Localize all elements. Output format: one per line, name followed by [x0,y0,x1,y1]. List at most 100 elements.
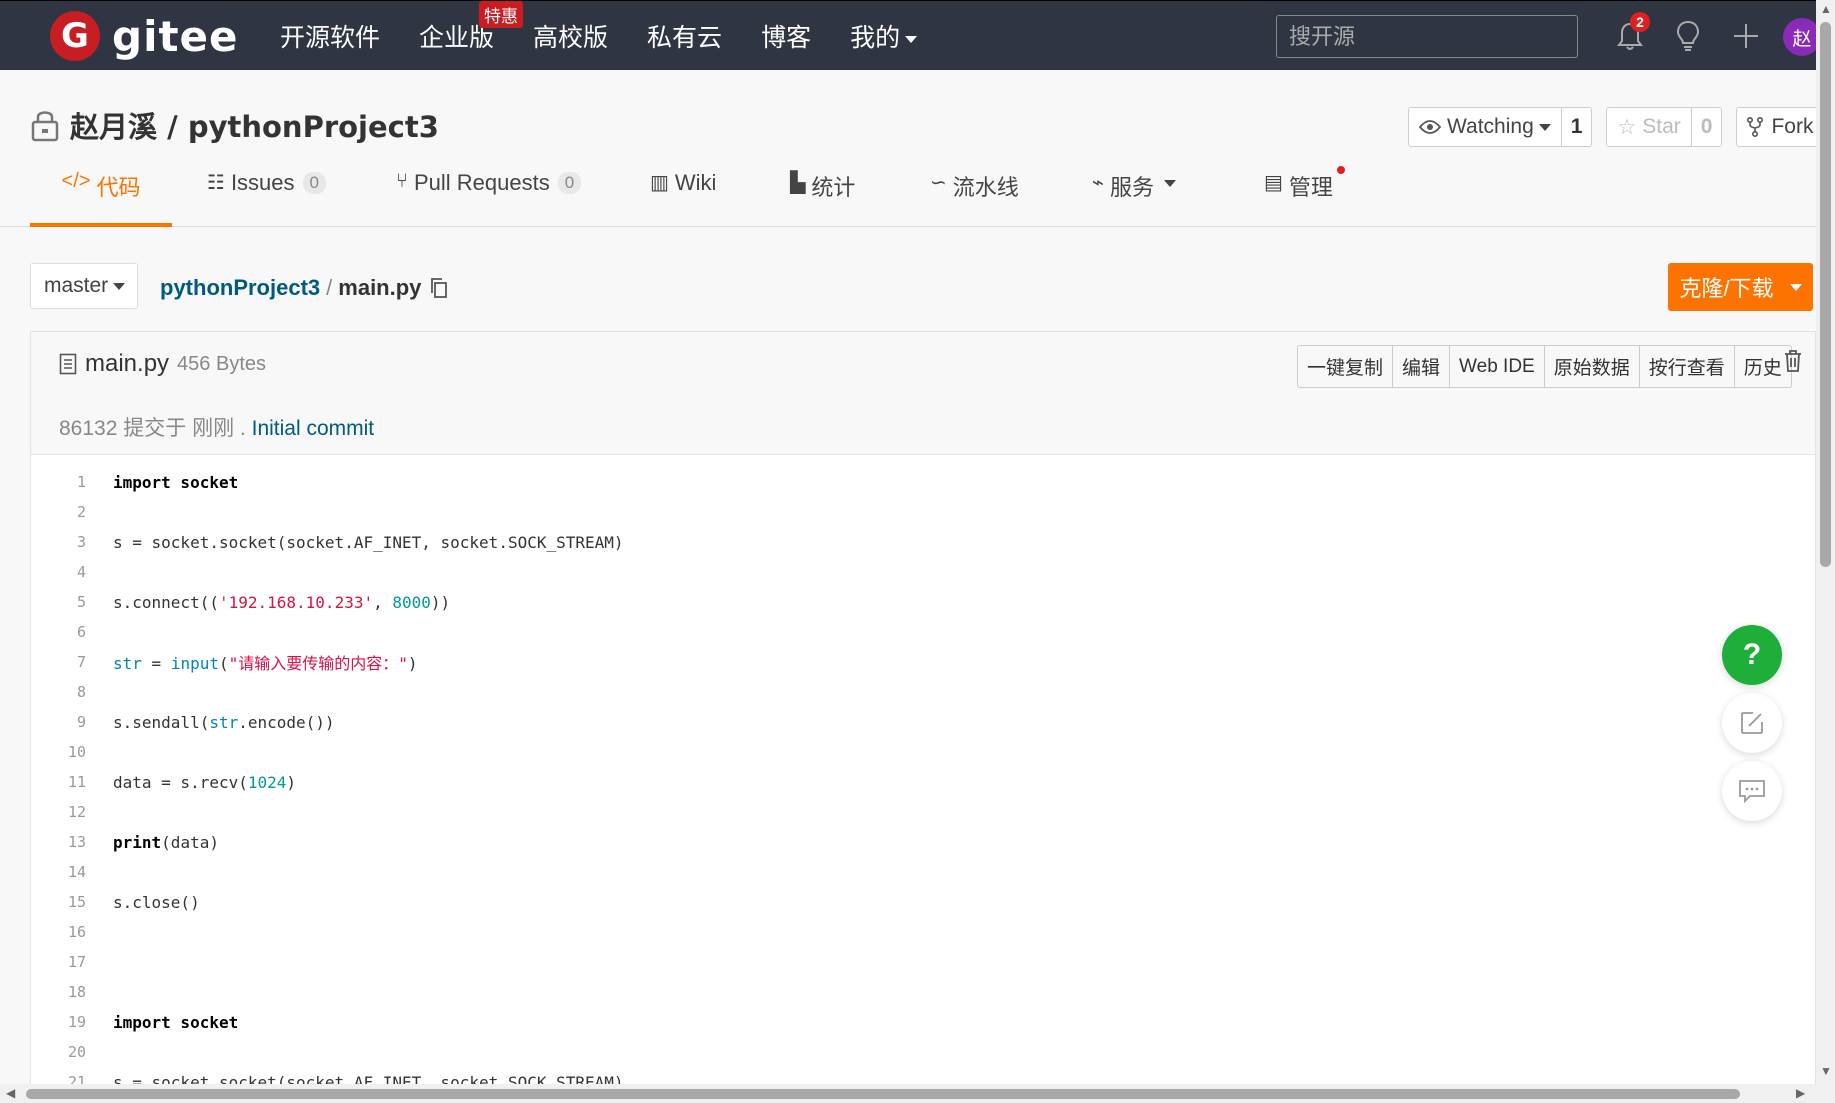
code-token: str [209,712,239,732]
code-line: 1 import socket [31,467,1815,497]
idea-button[interactable] [1670,16,1706,56]
line-number[interactable]: 17 [31,953,86,971]
line-number[interactable]: 5 [31,593,86,611]
file-size: 456 Bytes [177,352,266,375]
scroll-left-icon[interactable]: ◀ [6,1086,15,1100]
code-token: import socket [113,1012,239,1032]
code-line: 5 s.connect(('192.168.10.233', 8000)) [31,587,1815,617]
code-token: .encode()) [238,712,335,732]
breadcrumb-repo[interactable]: pythonProject3 [160,275,320,301]
fork-button[interactable]: Fork [1736,107,1825,147]
line-number[interactable]: 14 [31,863,86,881]
line-number[interactable]: 18 [31,983,86,1001]
edit-button[interactable]: 编辑 [1392,346,1449,387]
code-view: 1 import socket 2 3 s = socket.socket(socket… [31,467,1815,1097]
line-source: s.connect(('192.168.10.233', 8000)) [113,593,450,612]
horizontal-scrollbar[interactable]: ◀ ▶ [0,1084,1816,1103]
line-number[interactable]: 20 [31,1043,86,1061]
vertical-scrollbar[interactable]: ▲ ▼ [1816,0,1835,1103]
line-number[interactable]: 9 [31,713,86,731]
line-number[interactable]: 3 [31,533,86,551]
line-number[interactable]: 4 [31,563,86,581]
branch-name: master [44,274,109,297]
plus-icon [1734,24,1758,48]
star-label: Star [1642,115,1681,138]
file-name: main.py [85,350,170,377]
line-number[interactable]: 13 [31,833,86,851]
nav-private-cloud[interactable]: 私有云 [647,18,722,54]
line-number[interactable]: 11 [31,773,86,791]
tab-services[interactable]: ⌁ 服务 [1092,170,1177,227]
nav-blog[interactable]: 博客 [761,18,811,54]
tab-pulls-label: Pull Requests [414,170,550,195]
code-line: 16 [31,917,1815,947]
search-input[interactable] [1276,15,1578,58]
breadcrumb-file: main.py [338,275,422,300]
watch-count[interactable]: 1 [1561,107,1593,147]
trash-icon[interactable] [1783,349,1803,373]
repo-name[interactable]: pythonProject3 [188,110,439,144]
line-number[interactable]: 19 [31,1013,86,1031]
copy-icon[interactable] [429,277,449,299]
scroll-up-icon[interactable]: ▲ [1820,2,1832,16]
gitee-logo[interactable]: G gitee [50,11,239,61]
nav-mine[interactable]: 我的 [850,18,918,54]
pulse-icon: ⌁ [1092,172,1105,194]
code-line: 6 [31,617,1815,647]
create-button[interactable] [1728,16,1764,56]
tab-issues[interactable]: ☷ Issues 0 [207,170,326,227]
vertical-scroll-thumb[interactable] [1820,22,1831,567]
star-icon: ☆ [1617,115,1637,139]
code-line: 18 [31,977,1815,1007]
raw-button[interactable]: 原始数据 [1543,346,1639,387]
code-token: s.close() [113,892,200,912]
tab-wiki[interactable]: ▥ Wiki [650,170,716,227]
notification-button[interactable]: 2 [1612,12,1650,56]
star-button[interactable]: ☆ Star [1606,107,1692,147]
commit-hash[interactable]: 86132 [59,417,117,440]
branch-select[interactable]: master [30,263,138,309]
line-number[interactable]: 8 [31,683,86,701]
line-number[interactable]: 7 [31,653,86,671]
tab-code[interactable]: </> 代码 [30,170,172,227]
blame-button[interactable]: 按行查看 [1638,346,1734,387]
tab-pull-requests[interactable]: ⑂ Pull Requests 0 [396,170,582,227]
line-number[interactable]: 10 [31,743,86,761]
line-number[interactable]: 16 [31,923,86,941]
watch-button[interactable]: Watching [1408,107,1562,147]
line-number[interactable]: 15 [31,893,86,911]
nav-enterprise[interactable]: 企业版 特惠 [419,1,524,54]
clone-download-button[interactable]: 克隆/下载 [1668,263,1813,311]
fork-label: Fork [1771,115,1814,138]
line-number[interactable]: 6 [31,623,86,641]
tab-services-label: 服务 [1110,175,1155,200]
scroll-down-icon[interactable]: ▼ [1820,1064,1832,1078]
copy-all-button[interactable]: 一键复制 [1298,346,1392,387]
web-ide-button[interactable]: Web IDE [1449,346,1544,387]
feedback-button[interactable] [1722,693,1782,753]
tab-stats[interactable]: ▙ 统计 [790,170,855,227]
commit-message[interactable]: Initial commit [252,417,375,440]
code-token: '192.168.10.233' [218,592,374,612]
edit-note-icon [1741,712,1763,734]
code-line: 9 s.sendall(str.encode()) [31,707,1815,737]
file-title: main.py 456 Bytes [59,350,266,378]
help-button[interactable]: ? [1722,625,1782,685]
app: G gitee 开源软件 企业版特惠 高校版 私有云 博客 我的 2 赵 赵月溪… [0,0,1835,1103]
line-number[interactable]: 1 [31,473,86,491]
nav-open-source[interactable]: 开源软件 [280,18,380,54]
tab-pipeline[interactable]: ∽ 流水线 [930,170,1019,227]
scroll-right-icon[interactable]: ▶ [1796,1086,1805,1100]
code-token: 1024 [247,772,287,792]
repo-owner[interactable]: 赵月溪 [70,110,157,144]
repo-header: 赵月溪 / pythonProject3 [30,105,439,145]
chat-button[interactable] [1722,761,1782,821]
tab-manage[interactable]: ▤ 管理 [1264,166,1345,227]
horizontal-scroll-thumb[interactable] [26,1089,1740,1099]
code-line: 17 [31,947,1815,977]
star-count[interactable]: 0 [1691,107,1723,147]
code-line: 20 [31,1037,1815,1067]
nav-education[interactable]: 高校版 [533,18,608,54]
line-number[interactable]: 12 [31,803,86,821]
line-number[interactable]: 2 [31,503,86,521]
